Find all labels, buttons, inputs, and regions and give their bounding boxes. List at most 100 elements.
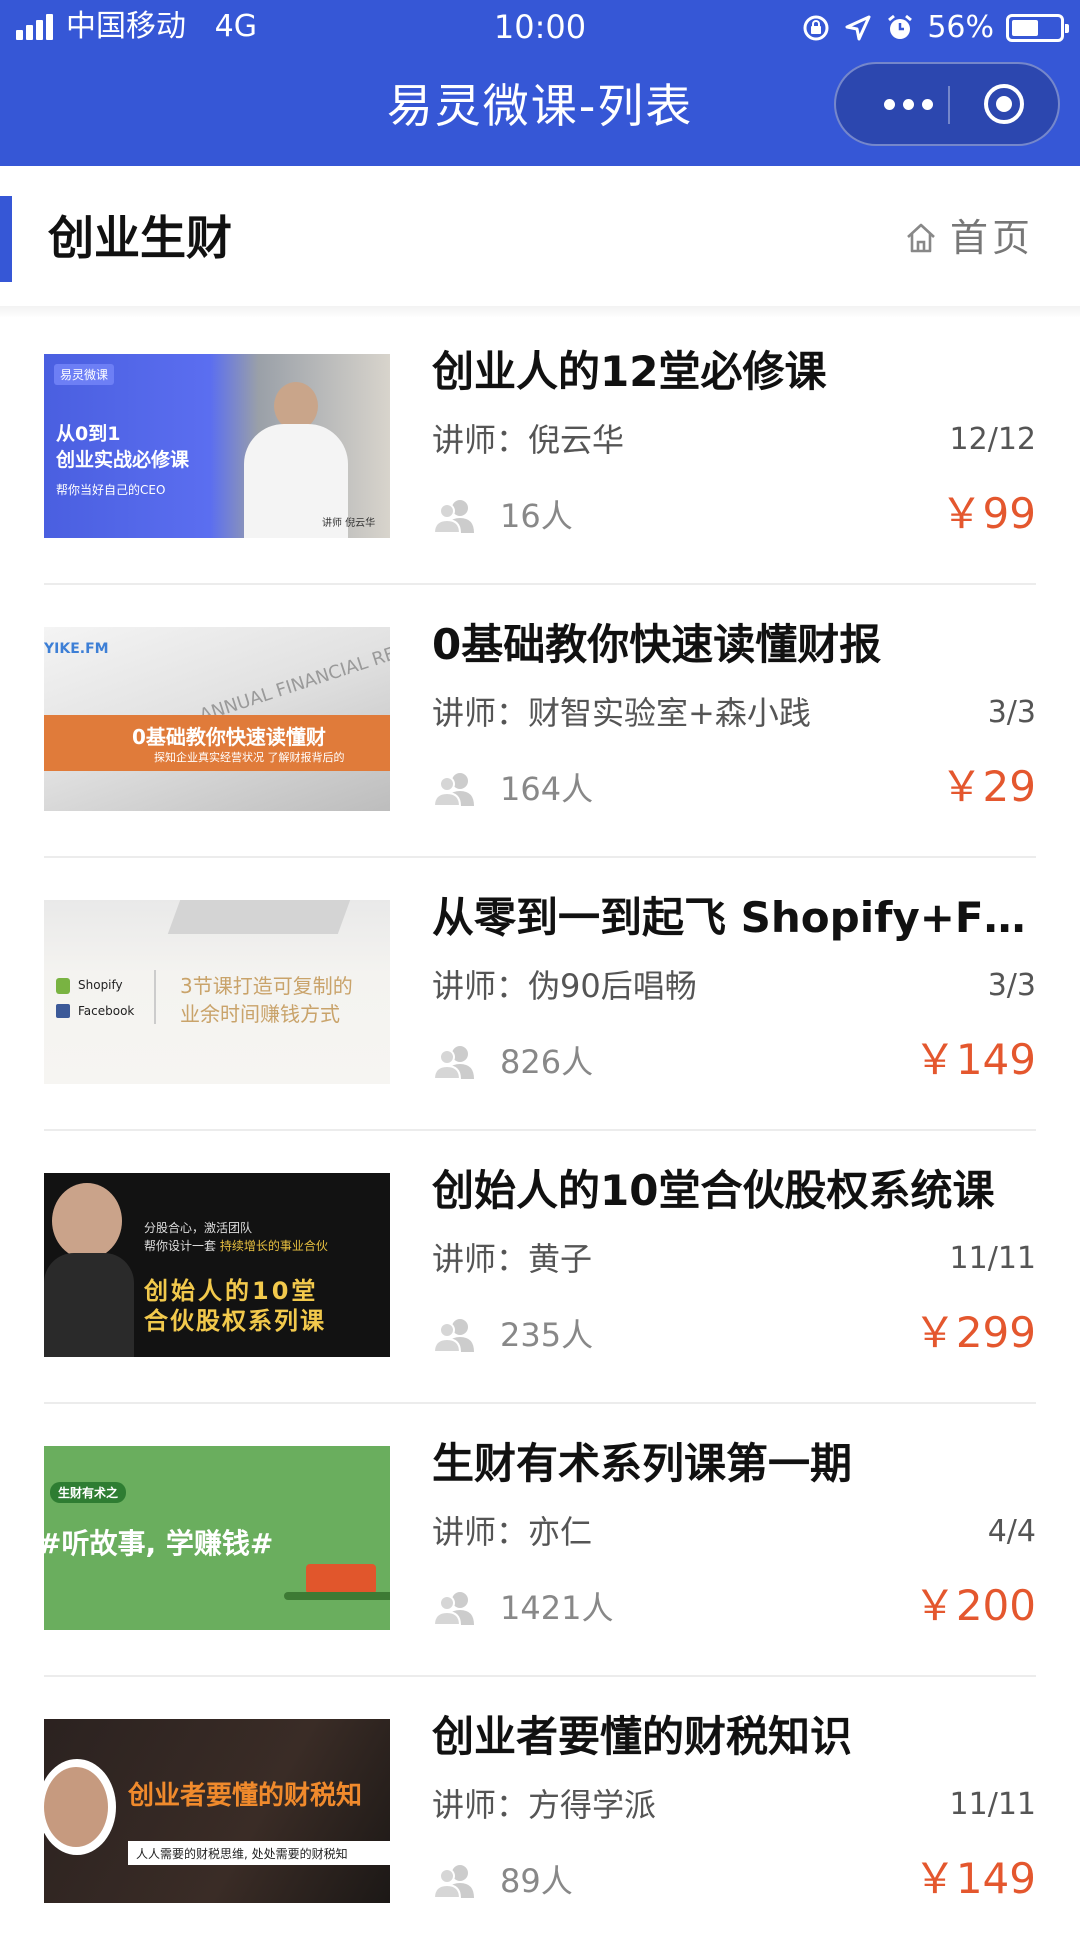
course-thumbnail: 创业者要懂的财税知 人人需要的财税思维, 处处需要的财税知: [44, 1719, 390, 1903]
home-icon: [907, 223, 935, 253]
course-item[interactable]: 分股合心，激活团队 帮你设计一套 持续增长的事业合伙 创始人的10堂 合伙股权系…: [0, 1131, 1080, 1404]
course-thumbnail: 易灵微课 从0到1 创业实战必修课 帮你当好自己的CEO 讲师 倪云华: [44, 354, 390, 538]
thumb-line1: 0基础教你快速读懂财: [132, 725, 326, 749]
users-icon: [432, 1592, 474, 1625]
learner-count: 16人: [500, 497, 573, 535]
course-item[interactable]: YIKE.FM ANNUAL FINANCIAL REPORT 0基础教你快速读…: [0, 585, 1080, 858]
thumb-line1: 分股合心，激活团队: [144, 1221, 253, 1235]
users-icon: [432, 773, 474, 806]
learners: 1421人: [432, 1584, 613, 1632]
course-title[interactable]: 0基础教你快速读懂财报: [432, 613, 1036, 677]
learners: 164人: [432, 765, 593, 813]
course-price: ￥99: [940, 489, 1036, 538]
course-item[interactable]: Shopify Facebook 3节课打造可复制的 业余时间赚钱方式 从零到一…: [0, 858, 1080, 1131]
thumb-person-body: [44, 1253, 134, 1357]
more-dots-icon[interactable]: [868, 64, 948, 144]
thumb-keyboard: [167, 900, 351, 934]
course-teacher: 讲师：倪云华: [432, 421, 625, 459]
learners: 89人: [432, 1857, 573, 1905]
target-circle-icon[interactable]: [982, 82, 1026, 126]
alarm-clock-icon: [888, 14, 913, 39]
course-teacher: 讲师：财智实验室+森小践: [432, 694, 811, 732]
course-price: ￥29: [940, 762, 1036, 811]
course-title[interactable]: 从零到一到起飞 Shopify+F…: [432, 886, 1036, 950]
course-progress: 12/12: [949, 422, 1036, 457]
users-icon: [432, 1319, 474, 1352]
course-price: ￥149: [913, 1035, 1036, 1084]
category-title: 创业生财: [48, 211, 232, 265]
thumb-line3: 帮你当好自己的CEO: [56, 483, 166, 497]
location-arrow-icon: [845, 15, 871, 41]
course-price: ￥149: [913, 1854, 1036, 1903]
users-icon: [432, 1865, 474, 1898]
course-progress: 4/4: [987, 1514, 1036, 1549]
course-teacher: 讲师：伪90后唱畅: [432, 967, 697, 1005]
course-progress: 3/3: [987, 968, 1036, 1003]
battery-icon: [1006, 14, 1069, 42]
miniprogram-capsule: [834, 62, 1060, 146]
thumb-line4: 合伙股权系列课: [144, 1307, 326, 1335]
course-title[interactable]: 生财有术系列课第一期: [432, 1432, 1036, 1496]
top-bar: 中国移动 4G 10:00 56% 易灵微课-列表: [0, 0, 1080, 166]
thumb-line2: 探知企业真实经营状况 了解财报背后的: [154, 751, 345, 764]
thumb-line2: 业余时间赚钱方式: [180, 1002, 340, 1026]
capsule-divider: [948, 86, 950, 124]
thumb-line2: 创业实战必修课: [56, 449, 190, 471]
category-accent-bar: [0, 196, 12, 282]
learner-count: 89人: [500, 1862, 573, 1900]
thumb-person-head: [52, 1183, 122, 1259]
facebook-logo-icon: [56, 1004, 70, 1018]
thumb-brand2: Facebook: [78, 1004, 135, 1018]
users-icon: [432, 1046, 474, 1079]
learners: 826人: [432, 1038, 593, 1086]
category-header: 创业生财 首页: [0, 166, 1080, 312]
course-item[interactable]: 易灵微课 从0到1 创业实战必修课 帮你当好自己的CEO 讲师 倪云华 创业人的…: [0, 312, 1080, 585]
course-teacher: 讲师：方得学派: [432, 1786, 657, 1824]
course-thumbnail: 分股合心，激活团队 帮你设计一套 持续增长的事业合伙 创始人的10堂 合伙股权系…: [44, 1173, 390, 1357]
course-teacher: 讲师：黄子: [432, 1240, 593, 1278]
course-title[interactable]: 创业人的12堂必修课: [432, 340, 1036, 404]
thumb-line1: #听故事, 学赚钱#: [44, 1527, 274, 1560]
thumb-line1: 3节课打造可复制的: [180, 974, 353, 998]
thumb-brand: YIKE.FM: [44, 641, 109, 657]
learners: 235人: [432, 1311, 593, 1359]
thumb-person-head: [274, 382, 318, 430]
course-title[interactable]: 创始人的10堂合伙股权系统课: [432, 1159, 1036, 1223]
course-thumbnail: 生财有术之 #听故事, 学赚钱#: [44, 1446, 390, 1630]
status-right: 56%: [801, 10, 1069, 46]
shopify-logo-icon: [56, 978, 70, 994]
course-thumbnail: Shopify Facebook 3节课打造可复制的 业余时间赚钱方式: [44, 900, 390, 1084]
thumb-person-head: [44, 1767, 108, 1847]
home-label: 首页: [949, 216, 1034, 260]
thumb-line2: 人人需要的财税思维, 处处需要的财税知: [136, 1847, 348, 1861]
course-price: ￥200: [913, 1581, 1036, 1630]
home-link[interactable]: 首页: [904, 210, 1034, 266]
battery-percent: 56%: [927, 10, 994, 45]
course-price: ￥299: [913, 1308, 1036, 1357]
thumb-caption: 讲师 倪云华: [322, 518, 376, 529]
course-progress: 3/3: [987, 695, 1036, 730]
thumb-line1: 从0到1: [56, 423, 121, 445]
course-progress: 11/11: [949, 1241, 1036, 1276]
learners: 16人: [432, 492, 573, 540]
course-title[interactable]: 创业者要懂的财税知识: [432, 1705, 1036, 1769]
status-bar: 中国移动 4G 10:00 56%: [0, 0, 1080, 54]
course-teacher: 讲师：亦仁: [432, 1513, 593, 1551]
learner-count: 1421人: [500, 1589, 614, 1627]
learner-count: 235人: [500, 1316, 594, 1354]
orientation-lock-icon: [803, 15, 829, 41]
course-thumbnail: YIKE.FM ANNUAL FINANCIAL REPORT 0基础教你快速读…: [44, 627, 390, 811]
thumb-brand1: Shopify: [78, 978, 123, 992]
thumb-line2-accent: 持续增长的事业合伙: [219, 1239, 328, 1253]
thumb-money-box: [306, 1564, 376, 1594]
thumb-line1: 创业者要懂的财税知: [128, 1781, 363, 1811]
thumb-shadow: [284, 1592, 390, 1600]
thumb-brand: 易灵微课: [54, 364, 115, 385]
users-icon: [432, 500, 474, 533]
course-item[interactable]: 创业者要懂的财税知 人人需要的财税思维, 处处需要的财税知 创业者要懂的财税知识…: [0, 1677, 1080, 1950]
thumb-bg-text: ANNUAL FINANCIAL REPORT: [196, 628, 390, 727]
learner-count: 164人: [500, 770, 594, 808]
thumb-line2: 帮你设计一套 持续增长的事业合伙: [144, 1239, 328, 1253]
course-item[interactable]: 生财有术之 #听故事, 学赚钱# 生财有术系列课第一期 讲师：亦仁 4/4 14…: [0, 1404, 1080, 1677]
thumb-divider: [154, 970, 156, 1024]
